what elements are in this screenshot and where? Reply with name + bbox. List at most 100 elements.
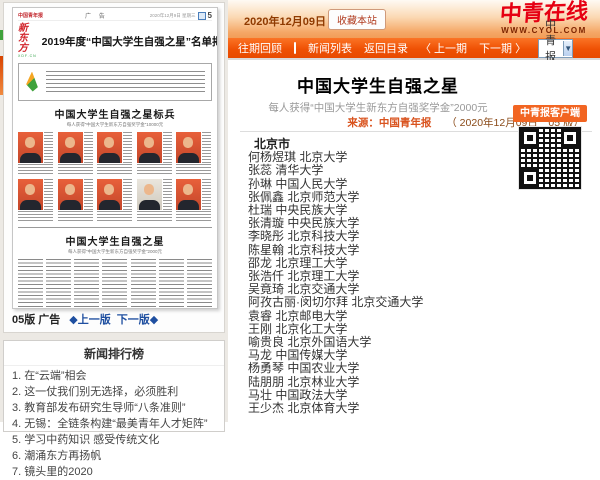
portrait-body (178, 200, 199, 210)
portrait-head (25, 137, 35, 148)
names-grid (18, 259, 212, 310)
portrait-head (144, 137, 154, 148)
right-column: 2020年12月09日 星期三 收藏本站 中青在线 WWW.CYOL.COM 往… (228, 0, 600, 422)
nav-next-issue[interactable]: 下一期 〉 (479, 40, 526, 56)
next-page-link[interactable]: 下一版◆ (117, 311, 158, 327)
ad-headline: 2019年度“中国大学生自强之星”名单揭晓 (42, 34, 218, 49)
portrait-body (178, 153, 199, 163)
portrait-body (20, 153, 41, 163)
list-view-icon[interactable] (294, 42, 296, 54)
intro-text-box (18, 63, 212, 101)
portrait-head (65, 184, 75, 195)
portrait-head (183, 184, 193, 195)
awardee-card (97, 132, 133, 175)
nav-past-issues[interactable]: 往期回顾 (238, 40, 282, 56)
awardee-name: 孙琳 中国人民大学 (248, 178, 528, 191)
screen: 中国青年报 广 告 2020年12月9日 星期三 5 新东方 XDF.CN 20… (0, 0, 600, 422)
names-column (131, 259, 156, 310)
chevron-down-icon: ▼ (563, 41, 572, 56)
names-column (18, 259, 43, 310)
names-column (102, 259, 127, 310)
portrait-body (99, 200, 120, 210)
newspaper-page-thumbnail[interactable]: 中国青年报 广 告 2020年12月9日 星期三 5 新东方 XDF.CN 20… (12, 7, 218, 309)
article-content: 中国大学生自强之星 每人获得“中国大学生新东方自强奖学金”2000元 来源：中国… (228, 60, 600, 422)
awardee-name: 陆朋朋 北京林业大学 (248, 376, 528, 389)
names-column (46, 259, 71, 310)
awardee-name: 李晓彤 北京科技大学 (248, 230, 528, 243)
paper-series-dropdown[interactable]: 中青报系 ▼ (538, 39, 573, 58)
article-subtitle: 每人获得“中国大学生新东方自强奖学金”2000元 (228, 100, 528, 115)
awardee-card (58, 132, 94, 175)
portrait-head (183, 137, 193, 148)
portrait-body (60, 153, 81, 163)
awardee-card (137, 132, 173, 175)
site-logo[interactable]: 中青在线 WWW.CYOL.COM (496, 1, 592, 35)
ad-headline-row: 新东方 XDF.CN 2019年度“中国大学生自强之星”名单揭晓 (18, 24, 212, 59)
photo-row-1 (18, 132, 212, 175)
names-column (187, 259, 212, 310)
source-label: 来源：中国青年报 (347, 117, 431, 129)
bio-text-lines (176, 211, 211, 222)
portrait-body (20, 200, 41, 210)
bio-text-lines (176, 164, 211, 175)
bio-text-lines (44, 179, 53, 210)
ranking-item[interactable]: 6. 潮涌东方再扬帆 (12, 448, 220, 464)
logo-text: 中青在线 (495, 0, 593, 27)
bio-text-lines (97, 211, 132, 222)
ranking-item[interactable]: 1. 在“云端”相会 (12, 368, 220, 384)
current-page-label: 05版 广告 (12, 311, 60, 327)
section2-subtitle: 每人获得“中国大学生新东方自强奖学金”2000元 (18, 249, 212, 255)
qr-code (519, 127, 581, 189)
portrait-body (139, 153, 160, 163)
nav-back-to-toc[interactable]: 返回目录 (364, 40, 408, 56)
awardee-card (97, 179, 133, 222)
portrait-head (104, 184, 114, 195)
bio-text-lines (58, 211, 93, 222)
section-divider (18, 227, 212, 228)
portrait-head (144, 184, 154, 195)
nav-news-list[interactable]: 新闻列表 (308, 40, 352, 56)
bio-text-lines (163, 132, 172, 163)
brand-domain: XDF.CN (18, 55, 37, 59)
paper-masthead: 中国青年报 广 告 2020年12月9日 星期三 5 (18, 11, 212, 21)
article-title: 中国大学生自强之星 (228, 72, 528, 97)
awardee-card (58, 179, 94, 222)
app-client-label: 中青报客户端 (513, 105, 587, 122)
awardee-name: 阿孜古丽·闵切尔拜 北京交通大学 (248, 296, 528, 309)
portrait-body (99, 153, 120, 163)
navbar: 往期回顾 新闻列表 返回目录 〈 上一期 下一期 〉 中青报系 ▼ (228, 38, 600, 60)
bio-text-lines (123, 179, 132, 210)
ranking-item[interactable]: 7. 镜头里的2020 (12, 464, 220, 480)
portrait-body (60, 200, 81, 210)
awardee-name: 袁睿 北京邮电大学 (248, 310, 528, 323)
portrait-photo (18, 179, 43, 210)
app-qr-block: 中青报客户端 (513, 105, 587, 189)
newspaper-viewer: 中国青年报 广 告 2020年12月9日 星期三 5 新东方 XDF.CN 20… (3, 2, 225, 333)
bio-text-lines (84, 132, 93, 163)
page-navigation: 05版 广告 ◆上一版 下一版◆ (12, 311, 158, 327)
bio-text-lines (202, 132, 211, 163)
ranking-item[interactable]: 5. 学习中药知识 感受传统文化 (12, 432, 220, 448)
bio-text-lines (44, 132, 53, 163)
portrait-photo (58, 179, 83, 210)
bio-text-lines (97, 164, 132, 175)
bio-text-lines (18, 211, 53, 222)
awardee-card (176, 179, 212, 222)
portrait-photo (176, 132, 201, 163)
awardee-card (176, 132, 212, 175)
bio-text-lines (123, 132, 132, 163)
ranking-item[interactable]: 3. 教育部发布研究生导师“八条准则” (12, 400, 220, 416)
prev-page-link[interactable]: ◆上一版 (69, 311, 110, 327)
nav-prev-issue[interactable]: 〈 上一期 (420, 40, 467, 56)
photo-row-2 (18, 179, 212, 222)
awardee-name: 王少杰 北京体育大学 (248, 402, 528, 415)
ranking-item[interactable]: 4. 无锡：全链条构建“最美青年人才矩阵” (12, 416, 220, 432)
bookmark-site-button[interactable]: 收藏本站 (328, 9, 386, 30)
bio-text-lines (84, 179, 93, 210)
bio-text-lines (18, 164, 53, 175)
bio-text-lines (137, 211, 172, 222)
names-column (74, 259, 99, 310)
awardee-name: 张蕊 清华大学 (248, 164, 528, 177)
ranking-item[interactable]: 2. 这一仗我们别无选择，必须胜利 (12, 384, 220, 400)
bio-text-lines (202, 179, 211, 210)
